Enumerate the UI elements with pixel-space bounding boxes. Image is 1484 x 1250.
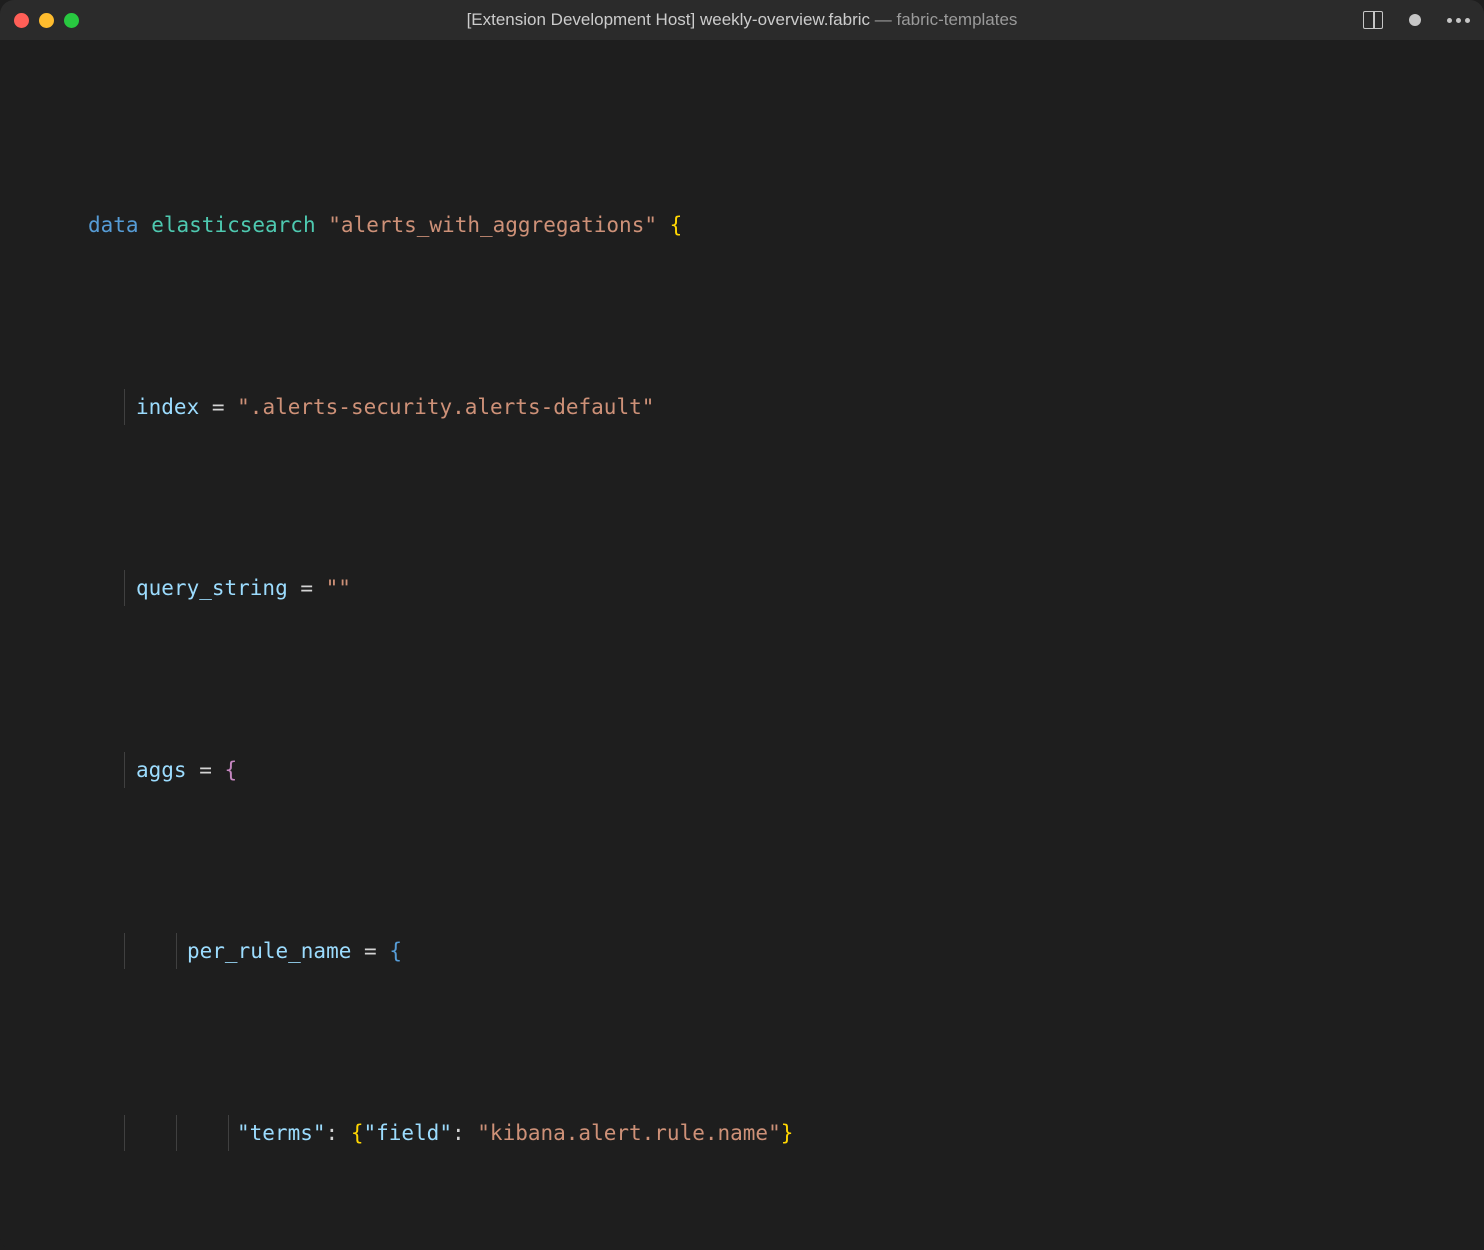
code-line: data elasticsearch "alerts_with_aggregat… — [24, 207, 1484, 243]
window-title: [Extension Development Host] weekly-over… — [0, 10, 1484, 30]
title-project: fabric-templates — [897, 10, 1018, 29]
code-line: per_rule_name = { — [24, 933, 1484, 969]
code-editor[interactable]: data elasticsearch "alerts_with_aggregat… — [0, 40, 1484, 1250]
minimize-icon[interactable] — [39, 13, 54, 28]
traffic-lights — [14, 13, 79, 28]
close-icon[interactable] — [14, 13, 29, 28]
titlebar[interactable]: [Extension Development Host] weekly-over… — [0, 0, 1484, 40]
code-line: query_string = "" — [24, 570, 1484, 606]
dirty-indicator-icon[interactable] — [1409, 14, 1421, 26]
code-line: "terms": {"field": "kibana.alert.rule.na… — [24, 1115, 1484, 1151]
titlebar-actions — [1363, 11, 1470, 29]
code-line: index = ".alerts-security.alerts-default… — [24, 389, 1484, 425]
app-window: [Extension Development Host] weekly-over… — [0, 0, 1484, 1250]
split-editor-icon[interactable] — [1363, 11, 1383, 29]
title-filename: weekly-overview.fabric — [700, 10, 870, 29]
maximize-icon[interactable] — [64, 13, 79, 28]
title-prefix: [Extension Development Host] — [467, 10, 696, 29]
more-actions-icon[interactable] — [1447, 18, 1470, 23]
title-sep: — — [875, 10, 892, 29]
code-line: aggs = { — [24, 752, 1484, 788]
